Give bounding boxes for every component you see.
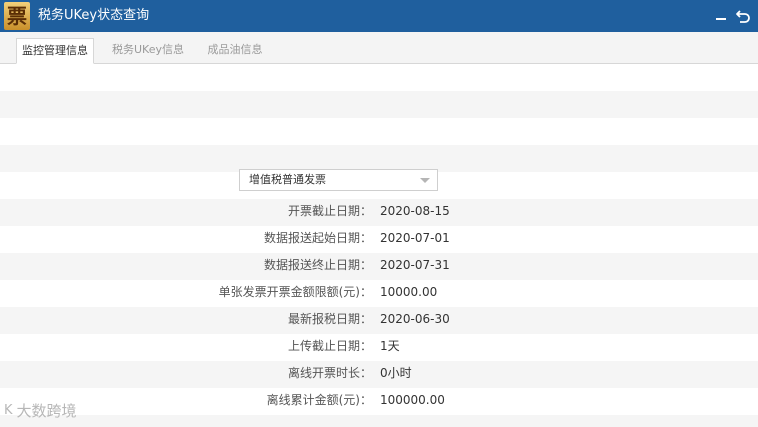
- field-label-offline-total-amount: 离线累计金额(元)：: [266, 393, 372, 407]
- minimize-button[interactable]: [710, 0, 732, 32]
- field-label-upload-deadline: 上传截止日期：: [287, 339, 372, 353]
- field-row: 数据报送起始日期： 2020-07-01: [0, 225, 758, 252]
- title-bar[interactable]: 票 税务UKey状态查询: [0, 0, 758, 32]
- field-value-upload-deadline: 1天: [380, 339, 400, 353]
- back-arrow-icon: [736, 10, 750, 23]
- field-row: 上传截止日期： 1天: [0, 333, 758, 360]
- invoice-app-icon: 票: [4, 2, 30, 30]
- field-value-offline-duration: 0小时: [380, 366, 412, 380]
- field-label-report-start: 数据报送起始日期：: [263, 231, 372, 245]
- field-label-report-end: 数据报送终止日期：: [263, 258, 372, 272]
- field-value-report-end: 2020-07-31: [380, 258, 450, 272]
- field-label-single-invoice-limit: 单张发票开票金额限额(元)：: [218, 285, 372, 299]
- back-button[interactable]: [732, 0, 754, 32]
- watermark-text: 大数跨境: [16, 401, 77, 420]
- tab-monitoring-info[interactable]: 监控管理信息: [16, 38, 94, 64]
- field-value-invoice-deadline: 2020-08-15: [380, 204, 450, 218]
- monitoring-content: 增值税普通发票 开票截止日期： 2020-08-15 数据报送起始日期： 202…: [0, 64, 758, 427]
- field-value-report-start: 2020-07-01: [380, 231, 450, 245]
- app-icon-glyph: 票: [7, 4, 27, 28]
- field-value-single-invoice-limit: 10000.00: [380, 285, 438, 299]
- field-label-invoice-deadline: 开票截止日期：: [287, 204, 372, 218]
- window-title: 税务UKey状态查询: [38, 8, 150, 23]
- field-row: 单张发票开票金额限额(元)： 10000.00: [0, 279, 758, 306]
- watermark-logo: K: [4, 402, 13, 418]
- field-value-offline-total-amount: 100000.00: [380, 393, 445, 407]
- dropdown-arrow-icon: [420, 178, 430, 183]
- field-row: 开票截止日期： 2020-08-15: [0, 198, 758, 225]
- tab-ukey-info[interactable]: 税务UKey信息: [104, 38, 192, 63]
- tab-oil-product-info[interactable]: 成品油信息: [198, 38, 272, 63]
- field-label-offline-duration: 离线开票时长：: [287, 366, 372, 380]
- invoice-type-select[interactable]: 增值税普通发票: [239, 169, 438, 191]
- field-row: 离线开票时长： 0小时: [0, 360, 758, 387]
- field-row: 离线累计金额(元)： 100000.00: [0, 387, 758, 414]
- invoice-type-selected-value: 增值税普通发票: [249, 173, 326, 186]
- watermark: K 大数跨境: [4, 398, 77, 422]
- field-row: 最新报税日期： 2020-06-30: [0, 306, 758, 333]
- field-row: 数据报送终止日期： 2020-07-31: [0, 252, 758, 279]
- ukey-status-window: 票 税务UKey状态查询 监控管理信息 税务UKey信息 成品油信息 增值税普通…: [0, 0, 758, 427]
- minimize-icon: [716, 18, 726, 20]
- field-value-latest-tax-date: 2020-06-30: [380, 312, 450, 326]
- field-label-latest-tax-date: 最新报税日期：: [287, 312, 372, 326]
- tab-bar: 监控管理信息 税务UKey信息 成品油信息: [0, 32, 758, 64]
